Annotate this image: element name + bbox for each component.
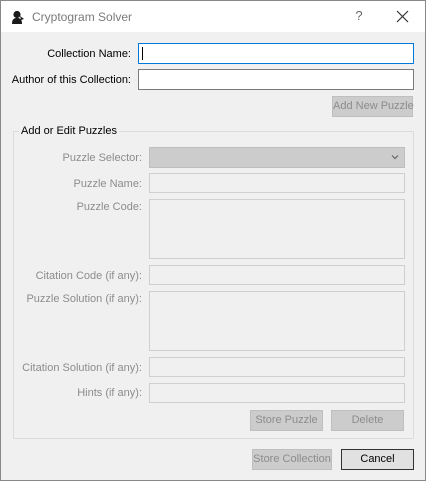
collection-name-input[interactable] [138, 43, 414, 64]
citation-solution-input[interactable] [149, 357, 405, 377]
close-icon[interactable] [391, 7, 413, 27]
citation-code-label: Citation Code (if any): [35, 270, 142, 282]
store-collection-button[interactable]: Store Collection [252, 449, 332, 470]
author-input[interactable] [138, 69, 414, 90]
window-title: Cryptogram Solver [32, 10, 133, 24]
text-caret [142, 47, 143, 60]
puzzle-name-input[interactable] [149, 173, 405, 193]
puzzle-selector-dropdown[interactable] [149, 147, 405, 168]
citation-code-input[interactable] [149, 265, 405, 285]
group-title: Add or Edit Puzzles [19, 125, 119, 137]
cancel-button[interactable]: Cancel [341, 449, 414, 470]
puzzle-solution-label: Puzzle Solution (if any): [26, 293, 142, 305]
help-button[interactable]: ? [349, 8, 369, 26]
silhouette-icon [12, 10, 24, 24]
puzzle-code-textarea[interactable] [149, 199, 405, 259]
dialog-window: Cryptogram Solver ? Collection Name: Aut… [0, 0, 426, 481]
puzzle-code-label: Puzzle Code: [76, 201, 142, 213]
store-puzzle-button[interactable]: Store Puzzle [250, 410, 323, 431]
puzzle-name-label: Puzzle Name: [73, 178, 142, 190]
chevron-down-icon [391, 155, 399, 160]
delete-button[interactable]: Delete [331, 410, 404, 431]
author-label: Author of this Collection: [11, 74, 131, 86]
hints-label: Hints (if any): [77, 387, 142, 399]
hints-input[interactable] [149, 383, 405, 403]
title-bar[interactable]: Cryptogram Solver ? [1, 1, 425, 32]
collection-name-label: Collection Name: [47, 48, 131, 60]
add-new-puzzle-button[interactable]: Add New Puzzle [332, 96, 414, 117]
puzzle-solution-textarea[interactable] [149, 291, 405, 351]
puzzle-selector-label: Puzzle Selector: [62, 152, 142, 164]
citation-solution-label: Citation Solution (if any): [22, 362, 142, 374]
